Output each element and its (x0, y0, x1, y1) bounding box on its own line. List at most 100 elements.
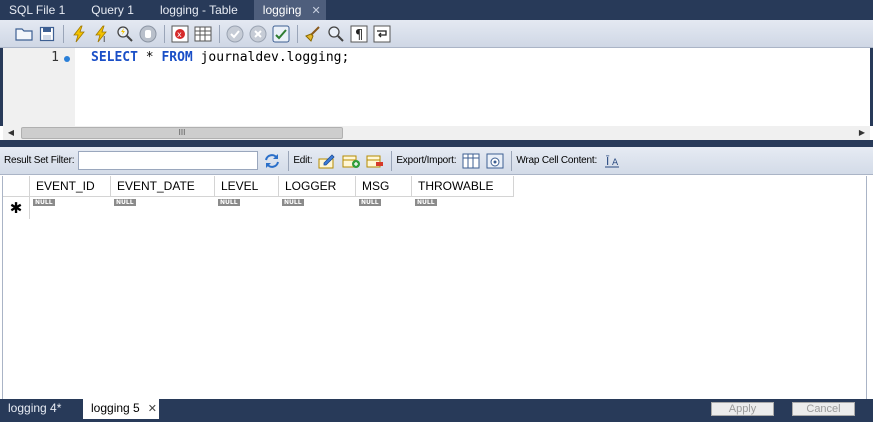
grid-icon (194, 26, 212, 41)
stop-button[interactable] (138, 24, 158, 44)
tab-label: logging 4* (8, 401, 62, 415)
tab-label: SQL File 1 (9, 3, 66, 17)
lightning-cursor-icon: I (95, 25, 107, 43)
wrap-lines-icon (373, 25, 391, 42)
sql-token: journaldev.logging; (192, 50, 350, 65)
result-tab-logging-5[interactable]: logging 5 ✕ (83, 399, 159, 419)
toggle-result-grid-button[interactable] (193, 24, 213, 44)
edit-row-icon (318, 153, 335, 168)
wrap-cell-label: Wrap Cell Content: (516, 155, 598, 166)
result-toolbar: Result Set Filter: Edit: Export/Import: … (0, 147, 873, 175)
new-row-marker-icon: ✱ (3, 197, 30, 219)
null-badge: NULL (282, 199, 304, 206)
toggle-stop-on-error-button[interactable]: x (170, 24, 190, 44)
search-icon (328, 25, 344, 42)
delete-row-icon (366, 155, 384, 167)
export-import-label: Export/Import: (396, 155, 457, 166)
import-icon (486, 153, 504, 168)
insert-row-button[interactable] (341, 151, 361, 171)
scroll-right-icon[interactable]: ▶ (854, 126, 870, 140)
tab-label: logging 5 (91, 401, 140, 415)
cancel-button[interactable]: Cancel (792, 402, 855, 416)
toolbar-separator (391, 150, 393, 171)
grid-cell-throwable[interactable]: NULL (412, 197, 514, 217)
toggle-invisible-chars-button[interactable]: ¶ (349, 24, 369, 44)
folder-icon (15, 27, 33, 41)
result-grid[interactable]: EVENT_ID EVENT_DATE LEVEL LOGGER MSG THR… (2, 176, 867, 399)
svg-text:¶: ¶ (355, 28, 363, 43)
find-button[interactable] (326, 24, 346, 44)
magnifier-lightning-icon (117, 25, 133, 42)
commit-button[interactable] (225, 24, 245, 44)
statement-marker-icon (64, 56, 70, 62)
close-icon[interactable]: ✕ (148, 403, 157, 415)
column-header-throwable[interactable]: THROWABLE (412, 176, 514, 197)
svg-text:Ī: Ī (606, 155, 610, 168)
tab-logging-table[interactable]: logging - Table (151, 0, 247, 20)
column-header-logger[interactable]: LOGGER (279, 176, 356, 197)
wrap-cell-toggle-button[interactable]: ĪA (602, 151, 622, 171)
check-circle-icon (226, 25, 244, 42)
tab-logging[interactable]: logging ✕ (253, 0, 326, 20)
column-header-level[interactable]: LEVEL (215, 176, 279, 197)
null-badge: NULL (415, 199, 437, 206)
export-button[interactable] (461, 151, 481, 171)
grid-header-row: EVENT_ID EVENT_DATE LEVEL LOGGER MSG THR… (3, 176, 514, 197)
grid-cell-event-id[interactable]: NULL (30, 197, 111, 217)
refresh-icon (265, 153, 280, 168)
rollback-button[interactable] (248, 24, 268, 44)
null-badge: NULL (114, 199, 136, 206)
toolbar-separator (63, 24, 64, 43)
panel-splitter[interactable] (0, 140, 873, 147)
apply-filter-button[interactable] (262, 151, 282, 171)
result-tab-logging-4[interactable]: logging 4* (0, 399, 69, 419)
autocommit-toggle-button[interactable] (271, 24, 291, 44)
edit-row-button[interactable] (317, 151, 337, 171)
result-filter-input[interactable] (78, 151, 259, 170)
lightning-icon (73, 25, 85, 42)
export-icon (462, 153, 480, 168)
sql-editor[interactable]: 1 SELECT * FROM journaldev.logging; (0, 48, 873, 126)
editor-tab-bar: SQL File 1 Query 1 logging - Table loggi… (0, 0, 873, 20)
scroll-left-icon[interactable]: ◀ (3, 126, 19, 140)
pilcrow-icon: ¶ (350, 25, 368, 43)
sql-code-line[interactable]: SELECT * FROM journaldev.logging; (91, 50, 349, 65)
column-header-event-id[interactable]: EVENT_ID (30, 176, 111, 197)
save-button[interactable] (37, 24, 57, 44)
close-icon[interactable]: ✕ (311, 5, 320, 17)
tab-label: logging - Table (159, 3, 238, 17)
grid-cell-logger[interactable]: NULL (279, 197, 356, 217)
sql-token: * (137, 50, 162, 65)
open-file-button[interactable] (14, 24, 34, 44)
apply-button[interactable]: Apply (711, 402, 774, 416)
table-row-new[interactable]: ✱ NULL NULL NULL NULL NULL NULL (3, 197, 514, 219)
edit-label: Edit: (293, 155, 313, 166)
column-header-event-date[interactable]: EVENT_DATE (111, 176, 215, 197)
autocommit-icon (272, 25, 290, 42)
explain-button[interactable] (115, 24, 135, 44)
insert-row-icon (342, 155, 361, 168)
scrollbar-thumb[interactable]: III (21, 127, 343, 139)
execute-button[interactable] (69, 24, 89, 44)
execute-current-button[interactable]: I (92, 24, 112, 44)
toolbar-separator (164, 24, 165, 43)
grid-cell-level[interactable]: NULL (215, 197, 279, 217)
editor-horizontal-scrollbar[interactable]: ◀ III ▶ (3, 126, 870, 140)
column-header-msg[interactable]: MSG (356, 176, 412, 197)
save-icon (39, 26, 55, 41)
import-button[interactable] (485, 151, 505, 171)
toggle-wrap-button[interactable] (372, 24, 392, 44)
tab-sql-file-1[interactable]: SQL File 1 (0, 0, 74, 20)
null-badge: NULL (218, 199, 240, 206)
grid-cell-msg[interactable]: NULL (356, 197, 412, 217)
tab-label: Query 1 (91, 3, 134, 17)
delete-row-button[interactable] (365, 151, 385, 171)
beautify-button[interactable] (303, 24, 323, 44)
tab-query-1[interactable]: Query 1 (82, 0, 143, 20)
line-number: 1 (51, 50, 59, 65)
editor-toolbar: I x ¶ (0, 20, 873, 48)
filter-label: Result Set Filter: (4, 155, 75, 166)
sql-keyword-from: FROM (161, 50, 193, 65)
wrap-text-icon: ĪA (605, 155, 619, 168)
grid-cell-event-date[interactable]: NULL (111, 197, 215, 217)
